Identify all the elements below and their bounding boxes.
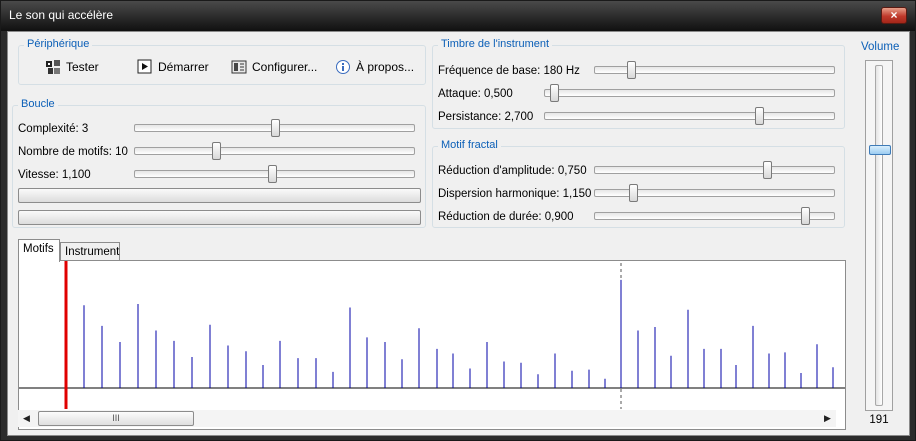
about-label: À propos... xyxy=(356,60,415,74)
volume-slider-thumb[interactable] xyxy=(869,145,891,156)
test-label: Tester xyxy=(66,60,99,74)
duree-slider-thumb[interactable] xyxy=(801,207,811,225)
complexite-label: Complexité: 3 xyxy=(18,123,89,135)
motif-group-label: Motif fractal xyxy=(438,139,501,151)
dispersion-slider-thumb[interactable] xyxy=(629,184,639,202)
configure-button[interactable]: Configurer... xyxy=(231,56,317,78)
start-label: Démarrer xyxy=(158,60,209,74)
client-area: Périphérique Tester Démarrer Configurer.… xyxy=(7,31,910,436)
playhead-cursor xyxy=(64,261,68,409)
app-window: Le son qui accélère × Périphérique Teste… xyxy=(0,0,916,441)
vitesse-label: Vitesse: 1,100 xyxy=(18,169,91,181)
frequence-slider-thumb[interactable] xyxy=(626,61,636,79)
persistance-slider[interactable] xyxy=(544,107,835,125)
attaque-slider-thumb[interactable] xyxy=(549,84,559,102)
boucle-wide-button-1[interactable] xyxy=(18,188,421,203)
boucle-group-label: Boucle xyxy=(18,98,58,110)
test-icon xyxy=(45,59,61,75)
title-bar[interactable]: Le son qui accélère × xyxy=(1,1,915,31)
amplitude-slider-thumb[interactable] xyxy=(763,161,773,179)
scroll-left-icon[interactable]: ◀ xyxy=(18,410,35,427)
duree-slider[interactable] xyxy=(594,207,835,225)
scroll-right-icon[interactable]: ▶ xyxy=(819,410,836,427)
motif-plot xyxy=(19,261,845,409)
test-button[interactable]: Tester xyxy=(45,56,99,78)
timbre-group-label: Timbre de l'instrument xyxy=(438,38,553,50)
play-icon xyxy=(137,59,153,75)
nombre-motifs-slider-thumb[interactable] xyxy=(211,142,221,160)
nombre-motifs-slider[interactable] xyxy=(134,142,415,160)
peripherique-group-label: Périphérique xyxy=(24,38,93,50)
volume-slider[interactable] xyxy=(865,60,893,411)
frequence-slider[interactable] xyxy=(594,61,835,79)
configure-label: Configurer... xyxy=(252,60,318,74)
amplitude-slider[interactable] xyxy=(594,161,835,179)
scroll-thumb[interactable]: III xyxy=(38,411,194,426)
frequence-label: Fréquence de base: 180 Hz xyxy=(438,65,580,77)
persistance-label: Persistance: 2,700 xyxy=(438,111,534,123)
persistance-slider-thumb[interactable] xyxy=(754,107,764,125)
attaque-slider[interactable] xyxy=(544,84,835,102)
peripherique-group: Périphérique Tester Démarrer Configurer.… xyxy=(18,38,426,85)
volume-label: Volume xyxy=(861,41,900,53)
settings-panel-icon xyxy=(231,59,247,75)
complexite-slider[interactable] xyxy=(134,119,415,137)
info-icon xyxy=(335,59,351,75)
vitesse-slider-thumb[interactable] xyxy=(267,165,277,183)
complexite-slider-thumb[interactable] xyxy=(270,119,280,137)
dispersion-slider[interactable] xyxy=(594,184,835,202)
boucle-wide-button-2[interactable] xyxy=(18,210,421,225)
volume-value: 191 xyxy=(869,414,889,426)
window-title: Le son qui accélère xyxy=(9,8,114,22)
about-button[interactable]: À propos... xyxy=(335,56,414,78)
dispersion-label: Dispersion harmonique: 1,150 xyxy=(438,188,592,200)
nombre-motifs-label: Nombre de motifs: 10 xyxy=(18,146,128,158)
duree-label: Réduction de durée: 0,900 xyxy=(438,211,574,223)
tab-instrument[interactable]: Instrument xyxy=(60,242,120,262)
vitesse-slider[interactable] xyxy=(134,165,415,183)
volume-groove xyxy=(875,65,883,406)
horizontal-scrollbar[interactable]: ◀ III ▶ xyxy=(18,410,836,427)
start-button[interactable]: Démarrer xyxy=(137,56,209,78)
close-button[interactable]: × xyxy=(881,7,907,24)
tab-motifs[interactable]: Motifs xyxy=(18,239,60,262)
motif-canvas[interactable] xyxy=(18,260,846,430)
attaque-label: Attaque: 0,500 xyxy=(438,88,513,100)
amplitude-label: Réduction d'amplitude: 0,750 xyxy=(438,165,587,177)
